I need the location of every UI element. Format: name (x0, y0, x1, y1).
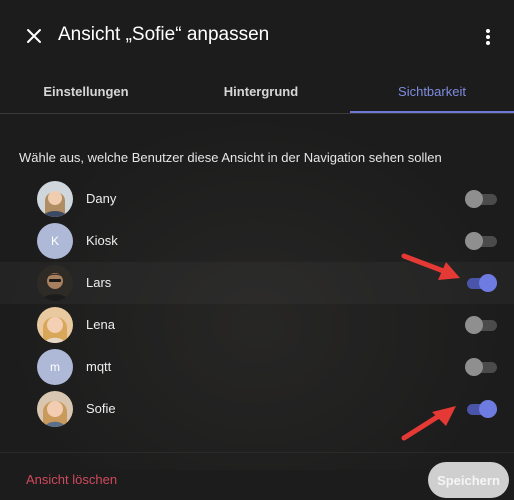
footer-divider (0, 452, 514, 453)
toggle-knob (465, 232, 483, 250)
visibility-toggle-lena[interactable] (465, 316, 497, 334)
visibility-toggle-lars[interactable] (465, 274, 497, 292)
more-menu-button[interactable] (476, 24, 500, 50)
edit-view-dialog: Ansicht „Sofie“ anpassen Einstellungen H… (0, 0, 514, 500)
close-icon (27, 29, 41, 43)
toggle-knob (479, 400, 497, 418)
active-tab-indicator (350, 111, 514, 113)
tab-bar: Einstellungen Hintergrund Sichtbarkeit (0, 71, 514, 114)
tab-sichtbarkeit[interactable]: Sichtbarkeit (350, 71, 514, 111)
tab-hintergrund[interactable]: Hintergrund (175, 71, 347, 111)
avatar-lars (37, 265, 73, 301)
user-name: Dany (86, 191, 117, 206)
user-row-sofie: Sofie (0, 388, 514, 430)
visibility-toggle-kiosk[interactable] (465, 232, 497, 250)
user-row-lena: Lena (0, 304, 514, 346)
visibility-toggle-mqtt[interactable] (465, 358, 497, 376)
toggle-knob (479, 274, 497, 292)
toggle-knob (465, 358, 483, 376)
user-name: Sofie (86, 401, 116, 416)
user-photo-icon (37, 181, 73, 217)
close-button[interactable] (20, 22, 48, 50)
user-row-lars: Lars (0, 262, 514, 304)
delete-view-button[interactable]: Ansicht löschen (26, 472, 117, 487)
user-row-mqtt: m mqtt (0, 346, 514, 388)
user-name: Kiosk (86, 233, 118, 248)
visibility-toggle-dany[interactable] (465, 190, 497, 208)
more-vertical-icon (486, 29, 490, 45)
avatar-mqtt: m (37, 349, 73, 385)
toggle-knob (465, 190, 483, 208)
visibility-description: Wähle aus, welche Benutzer diese Ansicht… (19, 150, 442, 165)
visibility-toggle-sofie[interactable] (465, 400, 497, 418)
avatar-dany (37, 181, 73, 217)
user-row-kiosk: K Kiosk (0, 220, 514, 262)
avatar-sofie (37, 391, 73, 427)
user-name: mqtt (86, 359, 112, 374)
dialog-title: Ansicht „Sofie“ anpassen (58, 24, 270, 45)
user-photo-icon (37, 391, 73, 427)
user-photo-icon (37, 265, 73, 301)
avatar-kiosk: K (37, 223, 73, 259)
dialog-header: Ansicht „Sofie“ anpassen (0, 0, 514, 72)
save-button[interactable]: Speichern (428, 462, 509, 498)
user-name: Lars (86, 275, 112, 290)
tab-einstellungen[interactable]: Einstellungen (0, 71, 172, 111)
user-name: Lena (86, 317, 115, 332)
user-photo-icon (37, 307, 73, 343)
avatar-lena (37, 307, 73, 343)
toggle-knob (465, 316, 483, 334)
user-row-dany: Dany (0, 178, 514, 220)
